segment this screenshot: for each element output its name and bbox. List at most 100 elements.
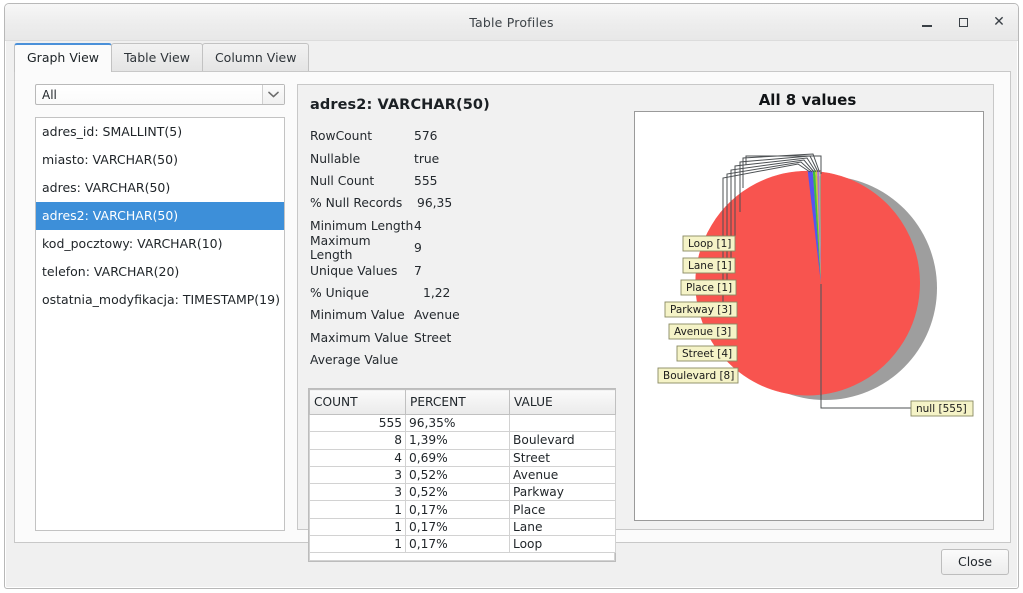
window-title: Table Profiles bbox=[469, 15, 554, 30]
graph-view-panel: All adres_id: SMALLINT(5) miasto: VARCHA… bbox=[14, 71, 1011, 563]
tab-table-view[interactable]: Table View bbox=[110, 43, 203, 72]
cell-percent: 1,39% bbox=[405, 431, 510, 450]
stat-value: 1,22 bbox=[423, 285, 451, 300]
pie-chart: Loop [1] Lane [1] Place [1] Parkway [3] … bbox=[634, 111, 984, 521]
chevron-down-icon[interactable] bbox=[262, 85, 284, 104]
stat-value: 7 bbox=[414, 263, 422, 278]
column-header-count[interactable]: COUNT bbox=[309, 389, 406, 415]
statistics-list: RowCount 576 Nullable true Null Count 55… bbox=[310, 125, 620, 371]
column-selector-pane: All adres_id: SMALLINT(5) miasto: VARCHA… bbox=[35, 84, 285, 531]
table-row: 3 0,52% Avenue bbox=[309, 465, 616, 485]
svg-text:Lane [1]: Lane [1] bbox=[688, 260, 732, 272]
pie-label-loop: Loop [1] bbox=[682, 235, 736, 252]
tab-graph-view[interactable]: Graph View bbox=[14, 43, 112, 72]
pie-label-parkway: Parkway [3] bbox=[664, 301, 738, 318]
stat-label: Maximum Length bbox=[310, 234, 371, 263]
cell-count: 4 bbox=[309, 448, 406, 467]
table-header-row: COUNT PERCENT VALUE bbox=[309, 389, 616, 415]
stat-row: Unique Values 7 bbox=[310, 259, 620, 281]
stat-label: Nullable bbox=[310, 151, 361, 166]
value-distribution-table: COUNT PERCENT VALUE 555 96,35% 8 1,39% B… bbox=[308, 388, 616, 563]
column-list[interactable]: adres_id: SMALLINT(5) miasto: VARCHAR(50… bbox=[35, 117, 285, 531]
chart-title: All 8 values bbox=[758, 91, 857, 109]
cell-percent: 0,17% bbox=[405, 517, 510, 537]
stat-label: RowCount bbox=[310, 129, 373, 144]
cell-count: 3 bbox=[309, 465, 406, 485]
pie-label-boulevard: Boulevard [8] bbox=[657, 367, 739, 384]
close-icon[interactable]: ✕ bbox=[988, 12, 1010, 32]
cell-value: Boulevard bbox=[509, 431, 616, 450]
list-item[interactable]: adres_id: SMALLINT(5) bbox=[36, 118, 284, 146]
cell-percent: 0,69% bbox=[405, 448, 510, 467]
stat-value: 9 bbox=[414, 241, 422, 256]
stat-row: Null Count 555 bbox=[310, 170, 620, 192]
svg-text:Place [1]: Place [1] bbox=[686, 282, 732, 294]
cell-value: Place bbox=[509, 500, 616, 519]
list-item[interactable]: kod_pocztowy: VARCHAR(10) bbox=[36, 230, 284, 258]
pie-label-lane: Lane [1] bbox=[682, 257, 736, 274]
svg-text:null [555]: null [555] bbox=[916, 403, 967, 415]
svg-text:Avenue [3]: Avenue [3] bbox=[674, 326, 731, 338]
column-header-percent[interactable]: PERCENT bbox=[405, 389, 510, 415]
stat-label: % Unique bbox=[310, 285, 369, 300]
list-item[interactable]: ostatnia_modyfikacja: TIMESTAMP(19) bbox=[36, 286, 284, 314]
svg-text:Loop [1]: Loop [1] bbox=[688, 238, 731, 250]
cell-percent: 0,52% bbox=[405, 483, 510, 502]
cell-count: 8 bbox=[309, 431, 406, 450]
cell-percent: 0,17% bbox=[405, 500, 510, 519]
stat-row: Nullable true bbox=[310, 147, 620, 169]
list-item[interactable]: adres: VARCHAR(50) bbox=[36, 174, 284, 202]
table-row: 3 0,52% Parkway bbox=[309, 483, 616, 502]
svg-text:Street [4]: Street [4] bbox=[682, 348, 732, 360]
stat-row: Maximum Value Street bbox=[310, 327, 620, 349]
cell-count: 3 bbox=[309, 483, 406, 502]
pie-chart-svg: Loop [1] Lane [1] Place [1] Parkway [3] … bbox=[657, 153, 974, 417]
table-row: 8 1,39% Boulevard bbox=[309, 431, 616, 450]
table-row: 1 0,17% Lane bbox=[309, 517, 616, 537]
cell-value: Parkway bbox=[509, 483, 616, 502]
pie-label-avenue: Avenue [3] bbox=[668, 323, 738, 340]
column-detail-pane: adres2: VARCHAR(50) RowCount 576 Nullabl… bbox=[297, 84, 994, 563]
stat-row: % Unique 1,22 bbox=[310, 282, 620, 304]
stat-value: 96,35 bbox=[417, 196, 453, 211]
stat-label: % Null Records bbox=[310, 196, 403, 211]
stat-label: Minimum Value bbox=[310, 308, 405, 323]
stat-row: Average Value bbox=[310, 349, 620, 371]
stat-value: 576 bbox=[414, 129, 438, 144]
stat-value: 555 bbox=[414, 173, 438, 188]
list-item[interactable]: telefon: VARCHAR(20) bbox=[36, 258, 284, 286]
filter-dropdown[interactable]: All bbox=[35, 84, 285, 105]
dialog-footer: Close bbox=[5, 544, 1018, 584]
tab-column-view[interactable]: Column View bbox=[201, 43, 310, 72]
svg-text:Parkway [3]: Parkway [3] bbox=[670, 304, 732, 316]
pie-label-street: Street [4] bbox=[676, 345, 738, 362]
cell-value bbox=[509, 413, 616, 433]
window-titlebar: Table Profiles ✕ bbox=[5, 4, 1018, 41]
list-item-selected[interactable]: adres2: VARCHAR(50) bbox=[36, 202, 284, 230]
pie-label-null: null [555] bbox=[910, 400, 974, 417]
stat-row: Maximum Length 9 bbox=[310, 234, 620, 263]
page-title: adres2: VARCHAR(50) bbox=[310, 97, 490, 113]
cell-count: 1 bbox=[309, 517, 406, 537]
minimize-icon[interactable] bbox=[916, 12, 938, 32]
table-row: 555 96,35% bbox=[309, 413, 616, 433]
cell-value: Lane bbox=[509, 517, 616, 537]
cell-value: Street bbox=[509, 448, 616, 467]
column-header-value[interactable]: VALUE bbox=[509, 389, 616, 415]
maximize-icon[interactable] bbox=[952, 12, 974, 32]
stat-label: Unique Values bbox=[310, 263, 398, 278]
window-controls: ✕ bbox=[916, 12, 1010, 32]
list-item[interactable]: miasto: VARCHAR(50) bbox=[36, 146, 284, 174]
close-button[interactable]: Close bbox=[941, 549, 1009, 575]
stat-value: Street bbox=[414, 330, 452, 345]
cell-percent: 0,52% bbox=[405, 465, 510, 485]
cell-count: 1 bbox=[309, 500, 406, 519]
table-row: 4 0,69% Street bbox=[309, 448, 616, 467]
stat-value: true bbox=[414, 151, 440, 166]
table-row: 1 0,17% Place bbox=[309, 500, 616, 519]
stat-row: % Null Records 96,35 bbox=[310, 192, 620, 214]
stat-label: Maximum Value bbox=[310, 330, 409, 345]
pie-label-place: Place [1] bbox=[680, 279, 737, 296]
filter-dropdown-value: All bbox=[42, 87, 57, 102]
stat-value: Avenue bbox=[414, 308, 460, 323]
